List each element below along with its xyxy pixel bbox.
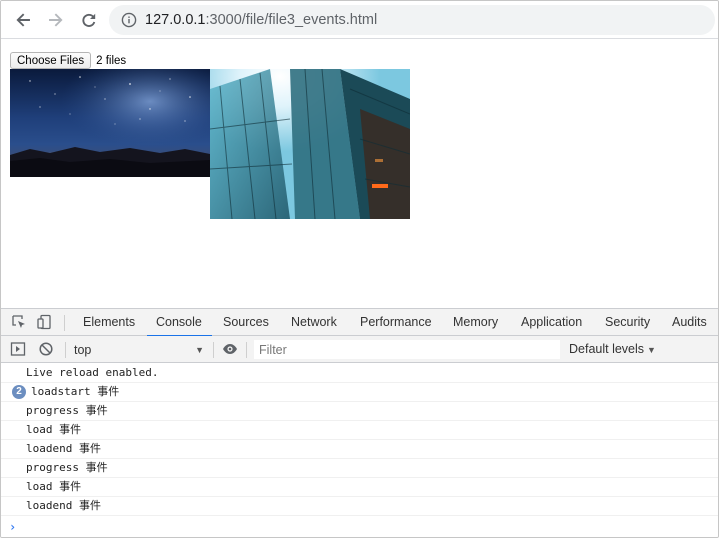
- context-select[interactable]: top ▼: [74, 342, 204, 358]
- message-text: progress 事件: [26, 461, 108, 474]
- address-bar[interactable]: 127.0.0.1:3000/file/file3_events.html: [109, 5, 715, 35]
- device-toolbar-icon[interactable]: [37, 314, 53, 330]
- tab-memory[interactable]: Memory: [453, 309, 498, 336]
- file-input[interactable]: Choose Files 2 files: [10, 52, 126, 69]
- reload-icon[interactable]: [77, 8, 101, 32]
- triangle-down-icon: ▼: [647, 345, 656, 355]
- console-filter-bar: top ▼ Default levels▼: [1, 336, 718, 363]
- message-text: loadend 事件: [26, 499, 101, 512]
- tab-elements[interactable]: Elements: [83, 309, 135, 336]
- tab-separator: [64, 315, 65, 331]
- console-message: Live reload enabled.: [1, 364, 718, 383]
- console-message: progress 事件: [1, 459, 718, 478]
- preview-image-night-sky: [10, 69, 210, 177]
- console-message: load 事件: [1, 478, 718, 497]
- devtools-tab-bar: Elements Console Sources Network Perform…: [1, 309, 718, 337]
- context-select-value: top: [74, 343, 92, 357]
- message-text: load 事件: [26, 480, 82, 493]
- page-content: Choose Files 2 files: [1, 39, 718, 309]
- console-message: loadend 事件: [1, 440, 718, 459]
- message-text: loadstart 事件: [31, 385, 120, 398]
- message-text: loadend 事件: [26, 442, 101, 455]
- message-text: progress 事件: [26, 404, 108, 417]
- repeat-count-badge: 2: [12, 385, 26, 399]
- url-host: 127.0.0.1: [145, 12, 206, 28]
- browser-toolbar: 127.0.0.1:3000/file/file3_events.html: [1, 1, 718, 39]
- tab-audits[interactable]: Audits: [672, 309, 707, 336]
- eye-icon[interactable]: [222, 341, 238, 357]
- info-icon[interactable]: [121, 12, 137, 28]
- filter-separator-2: [213, 342, 214, 358]
- tab-performance[interactable]: Performance: [360, 309, 432, 336]
- tab-application[interactable]: Application: [521, 309, 582, 336]
- clear-console-icon[interactable]: [38, 341, 54, 357]
- console-messages: Live reload enabled. 2 loadstart 事件 progr…: [1, 364, 718, 516]
- message-text: load 事件: [26, 423, 82, 436]
- log-levels-label: Default levels: [569, 342, 645, 356]
- console-prompt[interactable]: ›: [9, 520, 16, 534]
- choose-files-button[interactable]: Choose Files: [10, 52, 92, 69]
- log-levels-dropdown[interactable]: Default levels ▼: [569, 342, 656, 356]
- tab-security[interactable]: Security: [605, 309, 650, 336]
- devtools-panel: Elements Console Sources Network Perform…: [1, 308, 718, 537]
- file-count-label: 2 files: [96, 54, 127, 67]
- console-message: load 事件: [1, 421, 718, 440]
- filter-separator: [65, 342, 66, 358]
- tab-console[interactable]: Console: [147, 309, 212, 337]
- filter-input[interactable]: [254, 340, 560, 359]
- console-message: progress 事件: [1, 402, 718, 421]
- tab-sources[interactable]: Sources: [223, 309, 269, 336]
- show-sidebar-icon[interactable]: [10, 341, 26, 357]
- message-text: Live reload enabled.: [26, 366, 159, 379]
- inspect-element-icon[interactable]: [11, 314, 27, 330]
- arrow-right-icon[interactable]: [44, 8, 68, 32]
- arrow-left-icon[interactable]: [11, 8, 35, 32]
- console-message: loadend 事件: [1, 497, 718, 516]
- url-path: :3000/file/file3_events.html: [205, 12, 378, 28]
- console-message: 2 loadstart 事件: [1, 383, 718, 402]
- browser-window: 127.0.0.1:3000/file/file3_events.html Ch…: [0, 0, 719, 538]
- url-text: 127.0.0.1:3000/file/file3_events.html: [145, 12, 377, 28]
- preview-image-glass-building: [210, 69, 410, 219]
- triangle-down-icon: ▼: [195, 345, 204, 355]
- tab-network[interactable]: Network: [291, 309, 337, 336]
- filter-separator-3: [246, 342, 247, 358]
